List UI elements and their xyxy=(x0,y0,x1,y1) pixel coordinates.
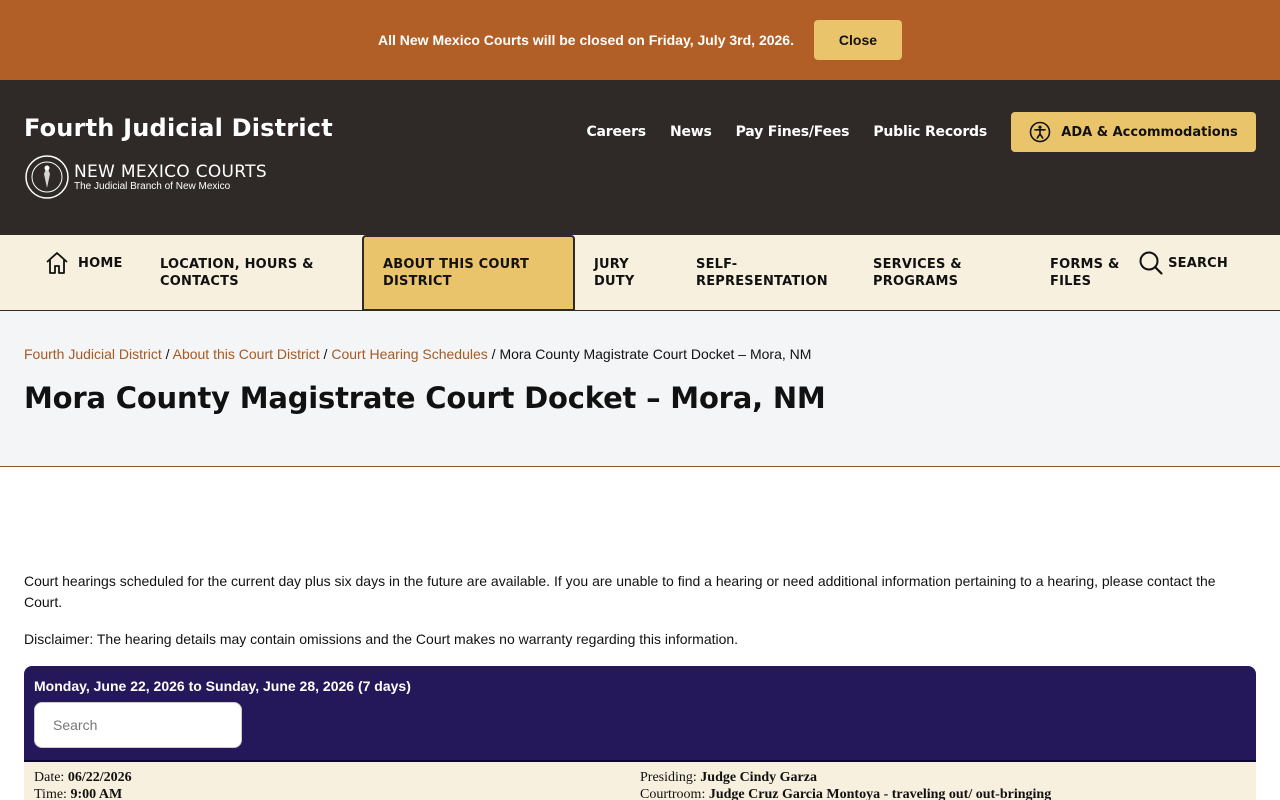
logo-main-text: NEW MEXICO COURTS xyxy=(74,161,267,182)
nav-search[interactable]: SEARCH xyxy=(1138,235,1228,291)
hearing-time: Time: 9:00 AM xyxy=(34,787,123,800)
nav-home-label: HOME xyxy=(78,255,123,271)
nav-home[interactable]: HOME xyxy=(44,235,123,291)
nav-location-hours[interactable]: LOCATION, HOURS & CONTACTS xyxy=(160,235,330,311)
hearing-date: Date: 06/22/2026 xyxy=(34,770,132,785)
hearing-presiding: Presiding: Judge Cindy Garza xyxy=(640,770,817,785)
logo-sub-text: The Judicial Branch of New Mexico xyxy=(74,180,231,192)
utility-nav: Careers News Pay Fines/Fees Public Recor… xyxy=(586,124,987,140)
disclaimer-text: Disclaimer: The hearing details may cont… xyxy=(24,631,739,647)
docket-header: Monday, June 22, 2026 to Sunday, June 28… xyxy=(24,666,1256,762)
content-area: Court hearings scheduled for the current… xyxy=(24,571,1256,650)
ada-accommodations-button[interactable]: ADA & Accommodations xyxy=(1011,112,1256,152)
nav-search-label: SEARCH xyxy=(1168,255,1228,271)
nav-forms-files[interactable]: FORMS & FILES xyxy=(1050,235,1140,311)
docket-search-input[interactable] xyxy=(34,702,242,748)
site-header: Fourth Judicial District NEW MEXICO COUR… xyxy=(0,80,1280,235)
docket-panel: Monday, June 22, 2026 to Sunday, June 28… xyxy=(24,666,1256,800)
alert-banner: All New Mexico Courts will be closed on … xyxy=(0,0,1280,80)
alert-close-button[interactable]: Close xyxy=(813,20,902,60)
alert-text: All New Mexico Courts will be closed on … xyxy=(378,32,794,48)
accessibility-icon xyxy=(1029,121,1051,143)
nm-courts-logo[interactable]: NEW MEXICO COURTS The Judicial Branch of… xyxy=(24,154,267,200)
main-nav: HOME LOCATION, HOURS & CONTACTS ABOUT TH… xyxy=(0,235,1280,311)
breadcrumb-link-about[interactable]: About this Court District xyxy=(173,346,320,362)
breadcrumb-link-schedules[interactable]: Court Hearing Schedules xyxy=(331,346,487,362)
nav-self-representation[interactable]: SELF-REPRESENTATION xyxy=(696,235,846,311)
breadcrumb-link-district[interactable]: Fourth Judicial District xyxy=(24,346,162,362)
page-title: Mora County Magistrate Court Docket – Mo… xyxy=(24,381,826,415)
util-link-careers[interactable]: Careers xyxy=(586,124,646,140)
state-seal-icon xyxy=(25,155,69,199)
hearing-courtroom: Courtroom: Judge Cruz Garcia Montoya - t… xyxy=(640,787,1052,800)
date-range: Monday, June 22, 2026 to Sunday, June 28… xyxy=(34,678,411,694)
site-title[interactable]: Fourth Judicial District xyxy=(24,114,333,142)
util-link-public-records[interactable]: Public Records xyxy=(873,124,987,140)
nav-jury-duty[interactable]: JURY DUTY xyxy=(594,235,664,311)
nav-services-programs[interactable]: SERVICES & PROGRAMS xyxy=(873,235,983,311)
util-link-news[interactable]: News xyxy=(670,124,712,140)
nav-about-court[interactable]: ABOUT THIS COURT DISTRICT xyxy=(362,235,575,311)
ada-label: ADA & Accommodations xyxy=(1061,124,1238,140)
util-link-pay-fines[interactable]: Pay Fines/Fees xyxy=(736,124,850,140)
intro-text: Court hearings scheduled for the current… xyxy=(24,573,1216,610)
search-icon xyxy=(1139,251,1163,275)
breadcrumb: Fourth Judicial District / About this Co… xyxy=(24,346,812,362)
home-icon xyxy=(46,252,68,274)
hearing-record: Date: 06/22/2026 Time: 9:00 AM Presiding… xyxy=(24,762,1256,800)
breadcrumb-current: Mora County Magistrate Court Docket – Mo… xyxy=(499,346,812,362)
page-title-band: Fourth Judicial District / About this Co… xyxy=(0,311,1280,467)
